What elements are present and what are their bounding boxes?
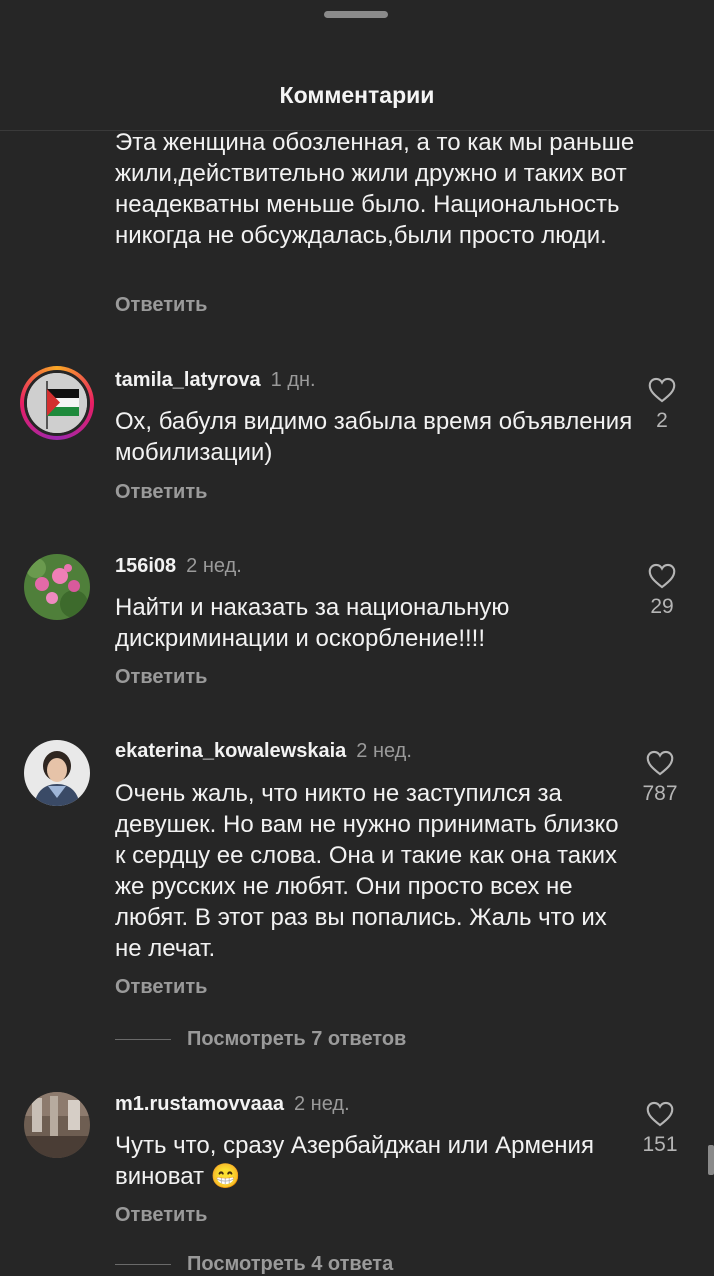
flowers-avatar[interactable]	[24, 554, 90, 620]
username[interactable]: ekaterina_kowalewskaia	[115, 740, 346, 762]
username[interactable]: tamila_latyrova	[115, 369, 261, 391]
heart-icon	[646, 1101, 674, 1127]
comment-text: Найти и наказать за национальную дискрим…	[115, 594, 510, 652]
username[interactable]: m1.rustamovvaaa	[115, 1093, 284, 1115]
comment-text: Ох, бабуля видимо забыла время объявлени…	[115, 408, 633, 466]
reply-button[interactable]: Ответить	[115, 976, 207, 999]
like-button[interactable]: 2	[632, 377, 692, 433]
timestamp: 2 нед.	[293, 1093, 350, 1115]
heart-icon	[646, 750, 674, 776]
page-title: Комментарии	[279, 82, 435, 108]
woman-portrait-avatar[interactable]	[24, 740, 90, 806]
like-count: 787	[642, 782, 678, 805]
reply-button[interactable]: Ответить	[115, 1204, 207, 1227]
like-button[interactable]: 787	[632, 750, 688, 806]
scrollbar[interactable]	[708, 1145, 714, 1175]
like-button[interactable]: 29	[632, 563, 692, 619]
view-replies-button[interactable]: Посмотреть 4 ответа	[115, 1253, 393, 1276]
reply-button[interactable]: Ответить	[115, 666, 207, 689]
interior-photo-avatar[interactable]	[24, 1092, 90, 1158]
palestine-flag-avatar[interactable]	[20, 366, 94, 440]
drag-handle[interactable]	[324, 11, 388, 18]
like-count: 2	[656, 409, 668, 432]
reply-button[interactable]: Ответить	[115, 481, 207, 504]
comment-meta: m1.rustamovvaaa 2 нед.	[115, 1093, 350, 1116]
like-button[interactable]: 151	[630, 1101, 690, 1157]
comment-meta: tamila_latyrova 1 дн.	[115, 369, 316, 392]
comment-meta: 156i08 2 нед.	[115, 555, 242, 578]
timestamp: 1 дн.	[270, 369, 316, 391]
like-count: 151	[642, 1133, 678, 1156]
view-replies-label: Посмотреть 4 ответа	[187, 1253, 394, 1275]
heart-icon	[648, 377, 676, 403]
like-count: 29	[650, 595, 674, 618]
view-replies-button[interactable]: Посмотреть 7 ответов	[115, 1028, 406, 1051]
comment-text: Очень жаль, что никто не заступился за д…	[115, 780, 619, 962]
timestamp: 2 нед.	[186, 555, 242, 577]
view-replies-label: Посмотреть 7 ответов	[187, 1028, 407, 1050]
username[interactable]: 156i08	[115, 555, 176, 577]
timestamp: 2 нед.	[356, 740, 412, 762]
reply-button[interactable]: Ответить	[115, 294, 207, 317]
replies-line	[115, 1039, 171, 1041]
replies-line	[115, 1264, 171, 1266]
comment-meta: ekaterina_kowalewskaia 2 нед.	[115, 740, 412, 763]
comment-text: Эта женщина обозленная, а то как мы рань…	[115, 129, 635, 249]
comment-text: Чуть что, сразу Азербайджан или Армения …	[115, 1132, 594, 1190]
heart-icon	[648, 563, 676, 589]
